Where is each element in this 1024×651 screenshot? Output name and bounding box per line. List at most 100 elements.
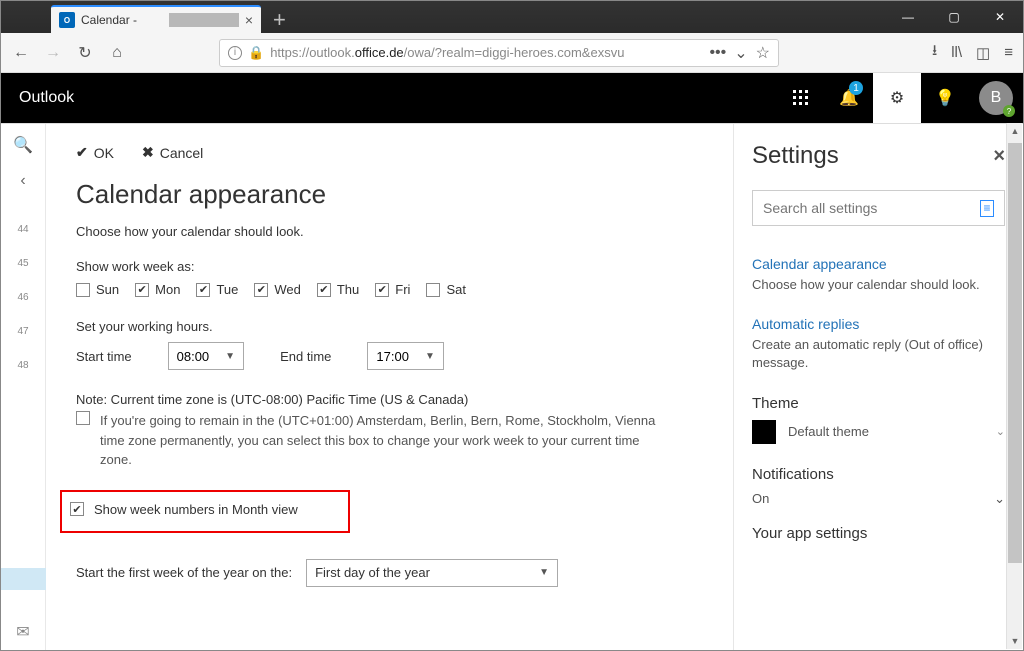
mail-icon[interactable]: ✉ — [16, 622, 29, 642]
tab-close-icon[interactable]: × — [245, 12, 253, 28]
chevron-down-icon: ▼ — [425, 351, 435, 362]
day-thu[interactable]: ✔Thu — [317, 282, 359, 297]
forward-button[interactable]: → — [43, 44, 63, 62]
back-button[interactable]: ← — [11, 44, 31, 62]
week-num: 47 — [17, 326, 28, 348]
scrollbar[interactable]: ▲ ▼ — [1006, 123, 1022, 649]
url-text: https://outlook.office.de/owa/?realm=dig… — [270, 45, 624, 60]
your-app-settings-heading: Your app settings — [752, 525, 1005, 542]
lock-icon: 🔒 — [248, 45, 264, 61]
selected-row[interactable] — [1, 568, 46, 590]
week-num: 46 — [17, 292, 28, 314]
show-week-numbers-checkbox[interactable]: ✔ — [70, 502, 84, 516]
day-wed[interactable]: ✔Wed — [254, 282, 301, 297]
site-info-icon[interactable]: i — [228, 46, 242, 60]
first-week-dropdown[interactable]: First day of the year▼ — [306, 559, 558, 587]
settings-search[interactable]: ≡ — [752, 190, 1005, 226]
downloads-icon[interactable]: ⭳ — [932, 40, 937, 65]
avatar[interactable]: B ? — [979, 81, 1013, 115]
reload-button[interactable]: ↻ — [75, 43, 95, 63]
home-button[interactable]: ⌂ — [107, 44, 127, 62]
chevron-down-icon: ▼ — [539, 567, 549, 578]
window-close[interactable]: ✕ — [977, 1, 1023, 33]
search-icon[interactable]: ≡ — [980, 200, 994, 217]
notifications-selector[interactable]: On ⌄ — [752, 491, 1005, 507]
theme-selector[interactable]: Default theme ⌄ — [752, 420, 1005, 444]
scroll-up-icon[interactable]: ▲ — [1007, 123, 1023, 139]
start-time-dropdown[interactable]: 08:00▼ — [168, 342, 244, 370]
calendar-appearance-sub: Choose how your calendar should look. — [752, 276, 1005, 294]
calendar-appearance-link[interactable]: Calendar appearance — [752, 256, 1005, 272]
theme-heading: Theme — [752, 395, 1005, 412]
search-icon[interactable]: 🔍 — [13, 132, 33, 158]
collapse-icon[interactable]: ‹ — [20, 168, 25, 194]
checkbox[interactable]: ✔ — [196, 283, 210, 297]
url-bar[interactable]: i 🔒 https://outlook.office.de/owa/?realm… — [219, 39, 779, 67]
mini-calendar: 44 45 46 47 48 — [1, 204, 46, 650]
close-icon[interactable]: × — [993, 145, 1005, 168]
presence-badge-icon: ? — [1003, 105, 1015, 117]
notifications-icon[interactable]: 🔔 1 — [825, 73, 873, 123]
day-tue[interactable]: ✔Tue — [196, 282, 238, 297]
end-time-label: End time — [280, 349, 331, 364]
menu-icon[interactable]: ≡ — [1004, 44, 1013, 61]
day-sat[interactable]: Sat — [426, 282, 466, 297]
browser-titlebar: O Calendar - × + — ▢ ✕ — [1, 1, 1023, 33]
day-sun[interactable]: Sun — [76, 282, 119, 297]
app-name: Outlook — [19, 89, 74, 107]
week-num: 48 — [17, 360, 28, 382]
timezone-text: If you're going to remain in the (UTC+01… — [100, 411, 660, 470]
end-time-dropdown[interactable]: 17:00▼ — [367, 342, 443, 370]
app-launcher-icon[interactable] — [777, 73, 825, 123]
day-mon[interactable]: ✔Mon — [135, 282, 180, 297]
checkbox[interactable]: ✔ — [254, 283, 268, 297]
chevron-down-icon: ▼ — [225, 351, 235, 362]
search-input[interactable] — [763, 200, 980, 216]
settings-gear-icon[interactable]: ⚙ — [873, 73, 921, 123]
work-week-label: Show work week as: — [76, 259, 703, 274]
notifications-heading: Notifications — [752, 466, 1005, 483]
page-subtitle: Choose how your calendar should look. — [76, 224, 703, 239]
checkbox[interactable]: ✔ — [135, 283, 149, 297]
checkbox[interactable] — [76, 283, 90, 297]
main-pane: ✔OK ✖Cancel Calendar appearance Choose h… — [46, 124, 733, 650]
checkbox[interactable] — [426, 283, 440, 297]
window-minimize[interactable]: — — [885, 1, 931, 33]
chevron-down-icon: ⌄ — [996, 425, 1005, 438]
working-hours-label: Set your working hours. — [76, 319, 703, 334]
page-title: Calendar appearance — [76, 179, 703, 210]
ok-button[interactable]: ✔OK — [76, 144, 114, 161]
week-num: 45 — [17, 258, 28, 280]
browser-nav-toolbar: ← → ↻ ⌂ i 🔒 https://outlook.office.de/ow… — [1, 33, 1023, 73]
automatic-replies-sub: Create an automatic reply (Out of office… — [752, 336, 1005, 372]
checkbox[interactable]: ✔ — [375, 283, 389, 297]
scrollbar-thumb[interactable] — [1008, 143, 1022, 563]
new-tab-button[interactable]: + — [273, 13, 286, 27]
start-time-label: Start time — [76, 349, 132, 364]
help-icon[interactable]: 💡 — [921, 73, 969, 123]
notification-badge: 1 — [849, 81, 863, 95]
checkbox[interactable]: ✔ — [317, 283, 331, 297]
sidebar-icon[interactable]: ◫ — [976, 44, 990, 62]
outlook-favicon: O — [59, 12, 75, 28]
scroll-down-icon[interactable]: ▼ — [1007, 633, 1023, 649]
tab-title: Calendar - — [81, 13, 167, 27]
chevron-down-icon: ⌄ — [994, 491, 1005, 507]
theme-swatch — [752, 420, 776, 444]
bookmark-star-icon[interactable]: ☆ — [756, 43, 770, 63]
timezone-checkbox[interactable] — [76, 411, 90, 425]
cancel-button[interactable]: ✖Cancel — [142, 144, 203, 161]
left-rail: 🔍 ‹ 44 45 46 47 48 ✉ — [1, 124, 46, 650]
browser-tab[interactable]: O Calendar - × — [51, 5, 261, 33]
pocket-icon[interactable]: ⌄ — [734, 43, 747, 63]
library-icon[interactable]: ll\ — [951, 44, 962, 61]
settings-title: Settings — [752, 142, 839, 170]
day-fri[interactable]: ✔Fri — [375, 282, 410, 297]
timezone-note: Note: Current time zone is (UTC-08:00) P… — [76, 392, 703, 407]
app-header: Outlook 🔔 1 ⚙ 💡 B ? — [1, 73, 1023, 123]
automatic-replies-link[interactable]: Automatic replies — [752, 316, 1005, 332]
settings-pane: Settings × ≡ Calendar appearance Choose … — [733, 124, 1023, 650]
window-maximize[interactable]: ▢ — [931, 1, 977, 33]
highlighted-option: ✔ Show week numbers in Month view — [60, 490, 350, 533]
more-icon[interactable]: ••• — [709, 44, 726, 62]
